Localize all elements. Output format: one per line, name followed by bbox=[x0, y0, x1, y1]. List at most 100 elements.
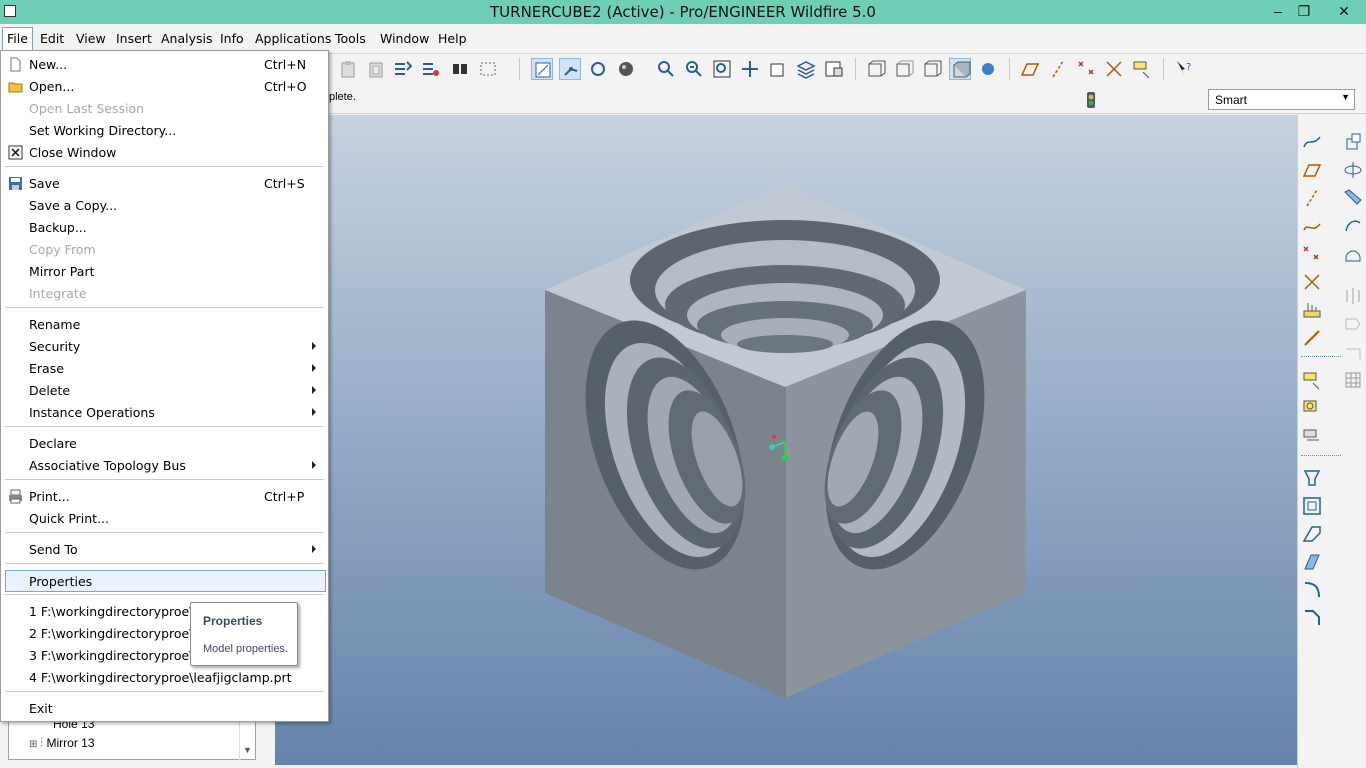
layers-icon[interactable] bbox=[795, 58, 817, 80]
find-icon[interactable] bbox=[449, 58, 471, 80]
plane-icon[interactable] bbox=[1301, 159, 1323, 181]
datum-axes-icon[interactable] bbox=[1047, 58, 1069, 80]
menu-help[interactable]: Help bbox=[438, 31, 467, 46]
menu-window[interactable]: Window bbox=[380, 31, 429, 46]
csys-icon[interactable] bbox=[1301, 271, 1323, 293]
datum-planes-icon[interactable] bbox=[1019, 58, 1041, 80]
menu-applications[interactable]: Applications bbox=[255, 31, 331, 46]
menu-view[interactable]: View bbox=[76, 31, 106, 46]
menu-item-new[interactable]: New... Ctrl+N bbox=[1, 54, 328, 76]
paste-special-icon[interactable] bbox=[365, 58, 387, 80]
chain-icon[interactable] bbox=[1301, 327, 1323, 349]
menu-item-delete[interactable]: Delete bbox=[1, 380, 328, 402]
trim-icon[interactable] bbox=[1342, 341, 1364, 363]
select-box-icon[interactable] bbox=[477, 58, 499, 80]
menu-item-send-to[interactable]: Send To bbox=[1, 539, 328, 561]
menu-item-declare[interactable]: Declare bbox=[1, 433, 328, 455]
view-manager-icon[interactable] bbox=[823, 58, 845, 80]
copy-geometry-icon[interactable] bbox=[1342, 131, 1364, 153]
menu-item-properties[interactable]: Properties bbox=[5, 570, 326, 592]
merge-icon[interactable] bbox=[1342, 313, 1364, 335]
close-button[interactable]: ✕ bbox=[1326, 0, 1362, 24]
minimize-button[interactable]: – bbox=[1264, 0, 1292, 24]
menu-item-save[interactable]: Save Ctrl+S bbox=[1, 173, 328, 195]
menu-item-security[interactable]: Security bbox=[1, 336, 328, 358]
turner-cube-model[interactable] bbox=[275, 115, 1297, 765]
scroll-down-icon[interactable]: ▼ bbox=[243, 745, 252, 755]
annotations-icon[interactable] bbox=[1131, 58, 1153, 80]
title-bar: TURNERCUBE2 (Active) - Pro/ENGINEER Wild… bbox=[0, 0, 1366, 24]
sketcher-icon[interactable] bbox=[531, 58, 553, 80]
analysis-feature-icon[interactable] bbox=[1301, 299, 1323, 321]
pattern-icon[interactable] bbox=[1342, 369, 1364, 391]
menu-item-quick-print[interactable]: Quick Print... bbox=[1, 508, 328, 530]
shading-icon[interactable] bbox=[615, 58, 637, 80]
menu-item-open-last-session: Open Last Session bbox=[29, 101, 145, 116]
menu-item-mirror-part[interactable]: Mirror Part bbox=[1, 261, 328, 283]
zoom-in-icon[interactable] bbox=[655, 58, 677, 80]
menu-item-set-working-directory[interactable]: Set Working Directory... bbox=[1, 120, 328, 142]
tree-item[interactable]: ⊞ ⫶ Mirror 13 bbox=[29, 736, 95, 751]
maximize-button[interactable]: ❐ bbox=[1290, 0, 1318, 24]
menu-item-backup[interactable]: Backup... bbox=[1, 217, 328, 239]
menu-item-exit[interactable]: Exit bbox=[1, 698, 328, 720]
draft-icon[interactable] bbox=[1301, 551, 1323, 573]
axis-icon[interactable] bbox=[1301, 187, 1323, 209]
submenu-arrow-icon bbox=[312, 408, 316, 416]
menu-item-instance-operations[interactable]: Instance Operations bbox=[1, 402, 328, 424]
graphics-window[interactable] bbox=[275, 115, 1297, 765]
mirror-tool-icon[interactable] bbox=[1342, 285, 1364, 307]
datum-points-icon[interactable] bbox=[1075, 58, 1097, 80]
refit-icon[interactable] bbox=[711, 58, 733, 80]
context-help-icon[interactable]: ? bbox=[1173, 58, 1195, 80]
menu-info[interactable]: Info bbox=[220, 31, 244, 46]
annotation-feature-icon[interactable] bbox=[1301, 369, 1323, 391]
expand-icon[interactable]: ⊞ bbox=[29, 739, 40, 750]
point-icon[interactable] bbox=[1301, 243, 1323, 265]
coord-sys-icon[interactable] bbox=[1103, 58, 1125, 80]
menu-item-associative-topology-bus[interactable]: Associative Topology Bus bbox=[1, 455, 328, 477]
rib-icon[interactable] bbox=[1301, 523, 1323, 545]
message-area: plete. Smart ▼ bbox=[329, 86, 1366, 114]
no-hidden-icon[interactable] bbox=[921, 58, 943, 80]
menu-item-print[interactable]: Print... Ctrl+P bbox=[1, 486, 328, 508]
spin-center-icon[interactable] bbox=[587, 58, 609, 80]
menu-item-save-a-copy[interactable]: Save a Copy... bbox=[1, 195, 328, 217]
menu-item-erase[interactable]: Erase bbox=[1, 358, 328, 380]
tree-item-label: Mirror 13 bbox=[46, 736, 95, 750]
recent-file-4[interactable]: 4 F:\workingdirectoryproe\leafjigclamp.p… bbox=[1, 667, 328, 689]
menu-insert[interactable]: Insert bbox=[116, 31, 152, 46]
saved-views-icon[interactable] bbox=[767, 58, 789, 80]
paste-icon[interactable] bbox=[337, 58, 359, 80]
hole-icon[interactable] bbox=[1301, 467, 1323, 489]
menu-item-open[interactable]: Open... Ctrl+O bbox=[1, 76, 328, 98]
round-icon[interactable] bbox=[1301, 579, 1323, 601]
sweep-icon[interactable] bbox=[1342, 187, 1364, 209]
shaded-icon[interactable] bbox=[949, 58, 971, 80]
datum-target-icon[interactable] bbox=[1301, 425, 1323, 447]
selection-filter-dropdown[interactable]: Smart ▼ bbox=[1208, 89, 1355, 110]
menu-tools[interactable]: Tools bbox=[335, 31, 366, 46]
blend-icon[interactable] bbox=[1342, 215, 1364, 237]
hidden-line-icon[interactable] bbox=[893, 58, 915, 80]
shell-icon[interactable] bbox=[1301, 495, 1323, 517]
menu-item-close-window[interactable]: Close Window bbox=[1, 142, 328, 164]
curve-icon[interactable] bbox=[1301, 215, 1323, 237]
chamfer-icon[interactable] bbox=[1301, 607, 1323, 629]
enhanced-realism-icon[interactable] bbox=[977, 58, 999, 80]
sketch-icon[interactable] bbox=[1301, 131, 1323, 153]
datum-display-icon[interactable] bbox=[559, 58, 581, 80]
tooltip-description: Model properties. bbox=[203, 643, 288, 655]
zoom-out-icon[interactable] bbox=[683, 58, 705, 80]
shape-feature-icon[interactable] bbox=[1301, 397, 1323, 419]
menu-item-rename[interactable]: Rename bbox=[1, 314, 328, 336]
regen-manager-icon[interactable] bbox=[419, 58, 441, 80]
menu-analysis[interactable]: Analysis bbox=[161, 31, 213, 46]
menu-file[interactable]: File bbox=[2, 27, 33, 50]
reorient-icon[interactable] bbox=[739, 58, 761, 80]
regenerate-icon[interactable] bbox=[391, 58, 413, 80]
revolve-icon[interactable] bbox=[1342, 159, 1364, 181]
menu-edit[interactable]: Edit bbox=[40, 31, 64, 46]
wireframe-icon[interactable] bbox=[865, 58, 887, 80]
boundary-blend-icon[interactable] bbox=[1342, 243, 1364, 265]
